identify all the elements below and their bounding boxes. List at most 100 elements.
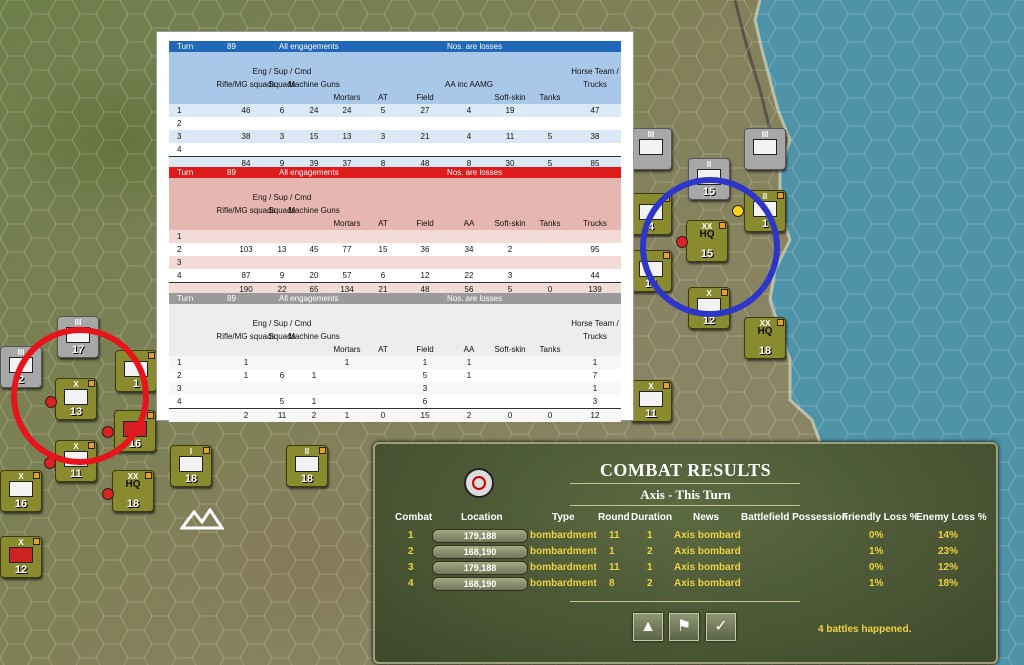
loss-table-header-turn-label: Turn bbox=[177, 42, 194, 51]
loss-table-row: 3 38 3 15 13 3 21 4 11 5 38 bbox=[169, 130, 621, 143]
loss-table-cell: 4 bbox=[177, 271, 182, 280]
loss-table-row: 3 3 1 bbox=[169, 382, 621, 395]
unit-number: 11 bbox=[70, 468, 82, 480]
loss-table-row: 45163 bbox=[169, 395, 621, 408]
flag-button[interactable]: ⚑ bbox=[669, 613, 699, 641]
unit-type-icon bbox=[179, 456, 203, 472]
unit-status-flag-icon bbox=[319, 447, 326, 454]
combat-row[interactable]: 168,190 2 bombardment 1 2 Axis bombard 1% 23% bbox=[375, 545, 996, 560]
loss-table-cell: 2 bbox=[507, 245, 513, 254]
col-header-friendly-loss: Friendly Loss % bbox=[842, 512, 919, 523]
combat-type-cell: bombardment bbox=[530, 546, 597, 557]
loss-table-header: Turn 89 All engagements Nos. are losses bbox=[169, 41, 621, 52]
loss-table-cell: 2 bbox=[466, 411, 472, 420]
loss-table-cell: 1 bbox=[592, 384, 598, 393]
ok-button[interactable]: ✓ bbox=[706, 613, 736, 641]
combat-row[interactable]: 179,188 1 bombardment 11 1 Axis bombard 0% 14% bbox=[375, 529, 996, 544]
loss-table-cell: 38 bbox=[241, 132, 251, 141]
unit-size-label: III bbox=[761, 130, 769, 139]
combat-results-subtitle: Axis - This Turn bbox=[640, 487, 731, 502]
loss-table-cell: 36 bbox=[420, 245, 430, 254]
unit-xx-hq-18-west[interactable]: XX HQ 18 bbox=[112, 470, 154, 512]
loss-table-header-turn-label: Turn bbox=[177, 294, 194, 303]
combat-duration-cell: 2 bbox=[647, 546, 653, 557]
col-header-possession: Battlefield Possession bbox=[741, 512, 848, 523]
loss-table-header-note: Nos. are losses bbox=[447, 168, 503, 177]
combat-combat-cell: 4 bbox=[408, 578, 414, 589]
loss-table-cell: 15 bbox=[420, 411, 430, 420]
unit-x-11-east[interactable]: X 11 bbox=[630, 380, 672, 422]
unit-type-icon bbox=[639, 139, 663, 155]
loss-table-cell: 3 bbox=[177, 258, 182, 267]
combat-enemy-cell: 14% bbox=[938, 530, 959, 541]
loss-table-cell: 57 bbox=[342, 271, 352, 280]
loss-table-row: 2 bbox=[169, 117, 621, 130]
loss-table-cell: 12 bbox=[590, 411, 600, 420]
loss-table-header-scope: All engagements bbox=[279, 168, 339, 177]
loss-table-cell: 0 bbox=[380, 411, 386, 420]
combat-type-cell: bombardment bbox=[530, 562, 597, 573]
loss-table-cell: 3 bbox=[507, 271, 513, 280]
unit-type-icon bbox=[9, 481, 33, 497]
loss-table-header-turn: 89 bbox=[227, 42, 236, 51]
highlight-ring-red bbox=[11, 327, 149, 465]
loss-table-col-header: Field bbox=[416, 93, 434, 102]
loss-table-row: 4 bbox=[169, 143, 621, 156]
loss-table-cell: 13 bbox=[342, 132, 352, 141]
loss-table-rows: 1 46 6 24 24 5 27 4 19 47 2 3 38 3 15 13 3 21 4 11 5 38 4 84 9 39… bbox=[169, 104, 621, 170]
unit-status-flag-icon bbox=[203, 447, 210, 454]
battles-summary: 4 battles happened. bbox=[818, 624, 912, 635]
unit-x-12-west[interactable]: X 12 bbox=[0, 536, 42, 578]
unit-iii-gry-east[interactable]: III bbox=[630, 128, 672, 170]
loss-table-cell: 87 bbox=[241, 271, 251, 280]
col-header-enemy-loss: Enemy Loss % bbox=[916, 512, 987, 523]
combat-location-button[interactable]: 168,190 bbox=[432, 577, 528, 591]
loss-table-total-row: 2 11 2 1 0 15 2 0 0 12 bbox=[169, 408, 621, 422]
unit-x-16[interactable]: X 16 bbox=[0, 470, 42, 512]
col-header-type: Type bbox=[552, 512, 575, 523]
combat-location-button[interactable]: 168,190 bbox=[432, 545, 528, 559]
combat-location-button[interactable]: 179,188 bbox=[432, 561, 528, 575]
combat-round-cell: 11 bbox=[609, 562, 620, 573]
unit-status-flag-icon bbox=[148, 352, 155, 359]
col-header-combat: Combat bbox=[395, 512, 433, 523]
unit-i-18[interactable]: I 18 bbox=[170, 445, 212, 487]
combat-row[interactable]: 168,190 4 bombardment 8 2 Axis bombard 1% 18% bbox=[375, 577, 996, 592]
loss-table-row: 2 103 13 45 77 15 36 34 2 95 bbox=[169, 243, 621, 256]
loss-table-col-header: Horse Team / Trucks bbox=[571, 319, 619, 341]
combat-news-cell: Axis bombard bbox=[674, 546, 741, 557]
combat-round-cell: 11 bbox=[609, 530, 620, 541]
loss-table-header-turn: 89 bbox=[227, 168, 236, 177]
loss-table-3: Turn 89 All engagements Nos. are losses Rifl… bbox=[169, 293, 621, 422]
loss-table-cell: 3 bbox=[177, 132, 182, 141]
loss-table-col-header: Machine Guns bbox=[288, 80, 340, 89]
loss-table-cell: 6 bbox=[380, 271, 386, 280]
unit-xx-hq-18-east[interactable]: XX HQ 18 bbox=[744, 317, 786, 359]
unit-iii-gry-coast[interactable]: III bbox=[744, 128, 786, 170]
unit-number: 11 bbox=[645, 408, 657, 420]
combat-row[interactable]: 179,188 3 bombardment 11 1 Axis bombard 0% 12% bbox=[375, 561, 996, 576]
unit-status-flag-icon bbox=[777, 319, 784, 326]
combat-friendly-cell: 0% bbox=[869, 562, 884, 573]
col-header-duration: Duration bbox=[631, 512, 673, 523]
loss-table-cell: 1 bbox=[344, 411, 350, 420]
loss-table-cell: 95 bbox=[590, 245, 600, 254]
loss-table-cell: 47 bbox=[590, 106, 600, 115]
combat-duration-cell: 1 bbox=[647, 562, 653, 573]
loss-table-cell: 15 bbox=[378, 245, 388, 254]
unit-status-flag-icon bbox=[777, 192, 784, 199]
loss-table-2: Turn 89 All engagements Nos. are losses Rifl… bbox=[169, 167, 621, 296]
unit-number: 18 bbox=[126, 498, 140, 510]
combat-news-cell: Axis bombard bbox=[674, 562, 741, 573]
loss-table-row: 1 46 6 24 24 5 27 4 19 47 bbox=[169, 104, 621, 117]
combat-enemy-cell: 12% bbox=[938, 562, 959, 573]
scroll-up-button[interactable]: ▲ bbox=[633, 613, 663, 641]
loss-table-cell: 34 bbox=[464, 245, 474, 254]
combat-location-button[interactable]: 179,188 bbox=[432, 529, 528, 543]
loss-table-cell: 2 bbox=[177, 371, 182, 380]
loss-table-col-header: AA inc AAMG bbox=[444, 80, 494, 89]
combat-results-panel: COMBAT RESULTS Axis - This Turn Combat L… bbox=[373, 442, 998, 664]
loss-table-cell: 0 bbox=[507, 411, 513, 420]
unit-ii-18[interactable]: II 18 bbox=[286, 445, 328, 487]
loss-table-header-turn-label: Turn bbox=[177, 168, 194, 177]
